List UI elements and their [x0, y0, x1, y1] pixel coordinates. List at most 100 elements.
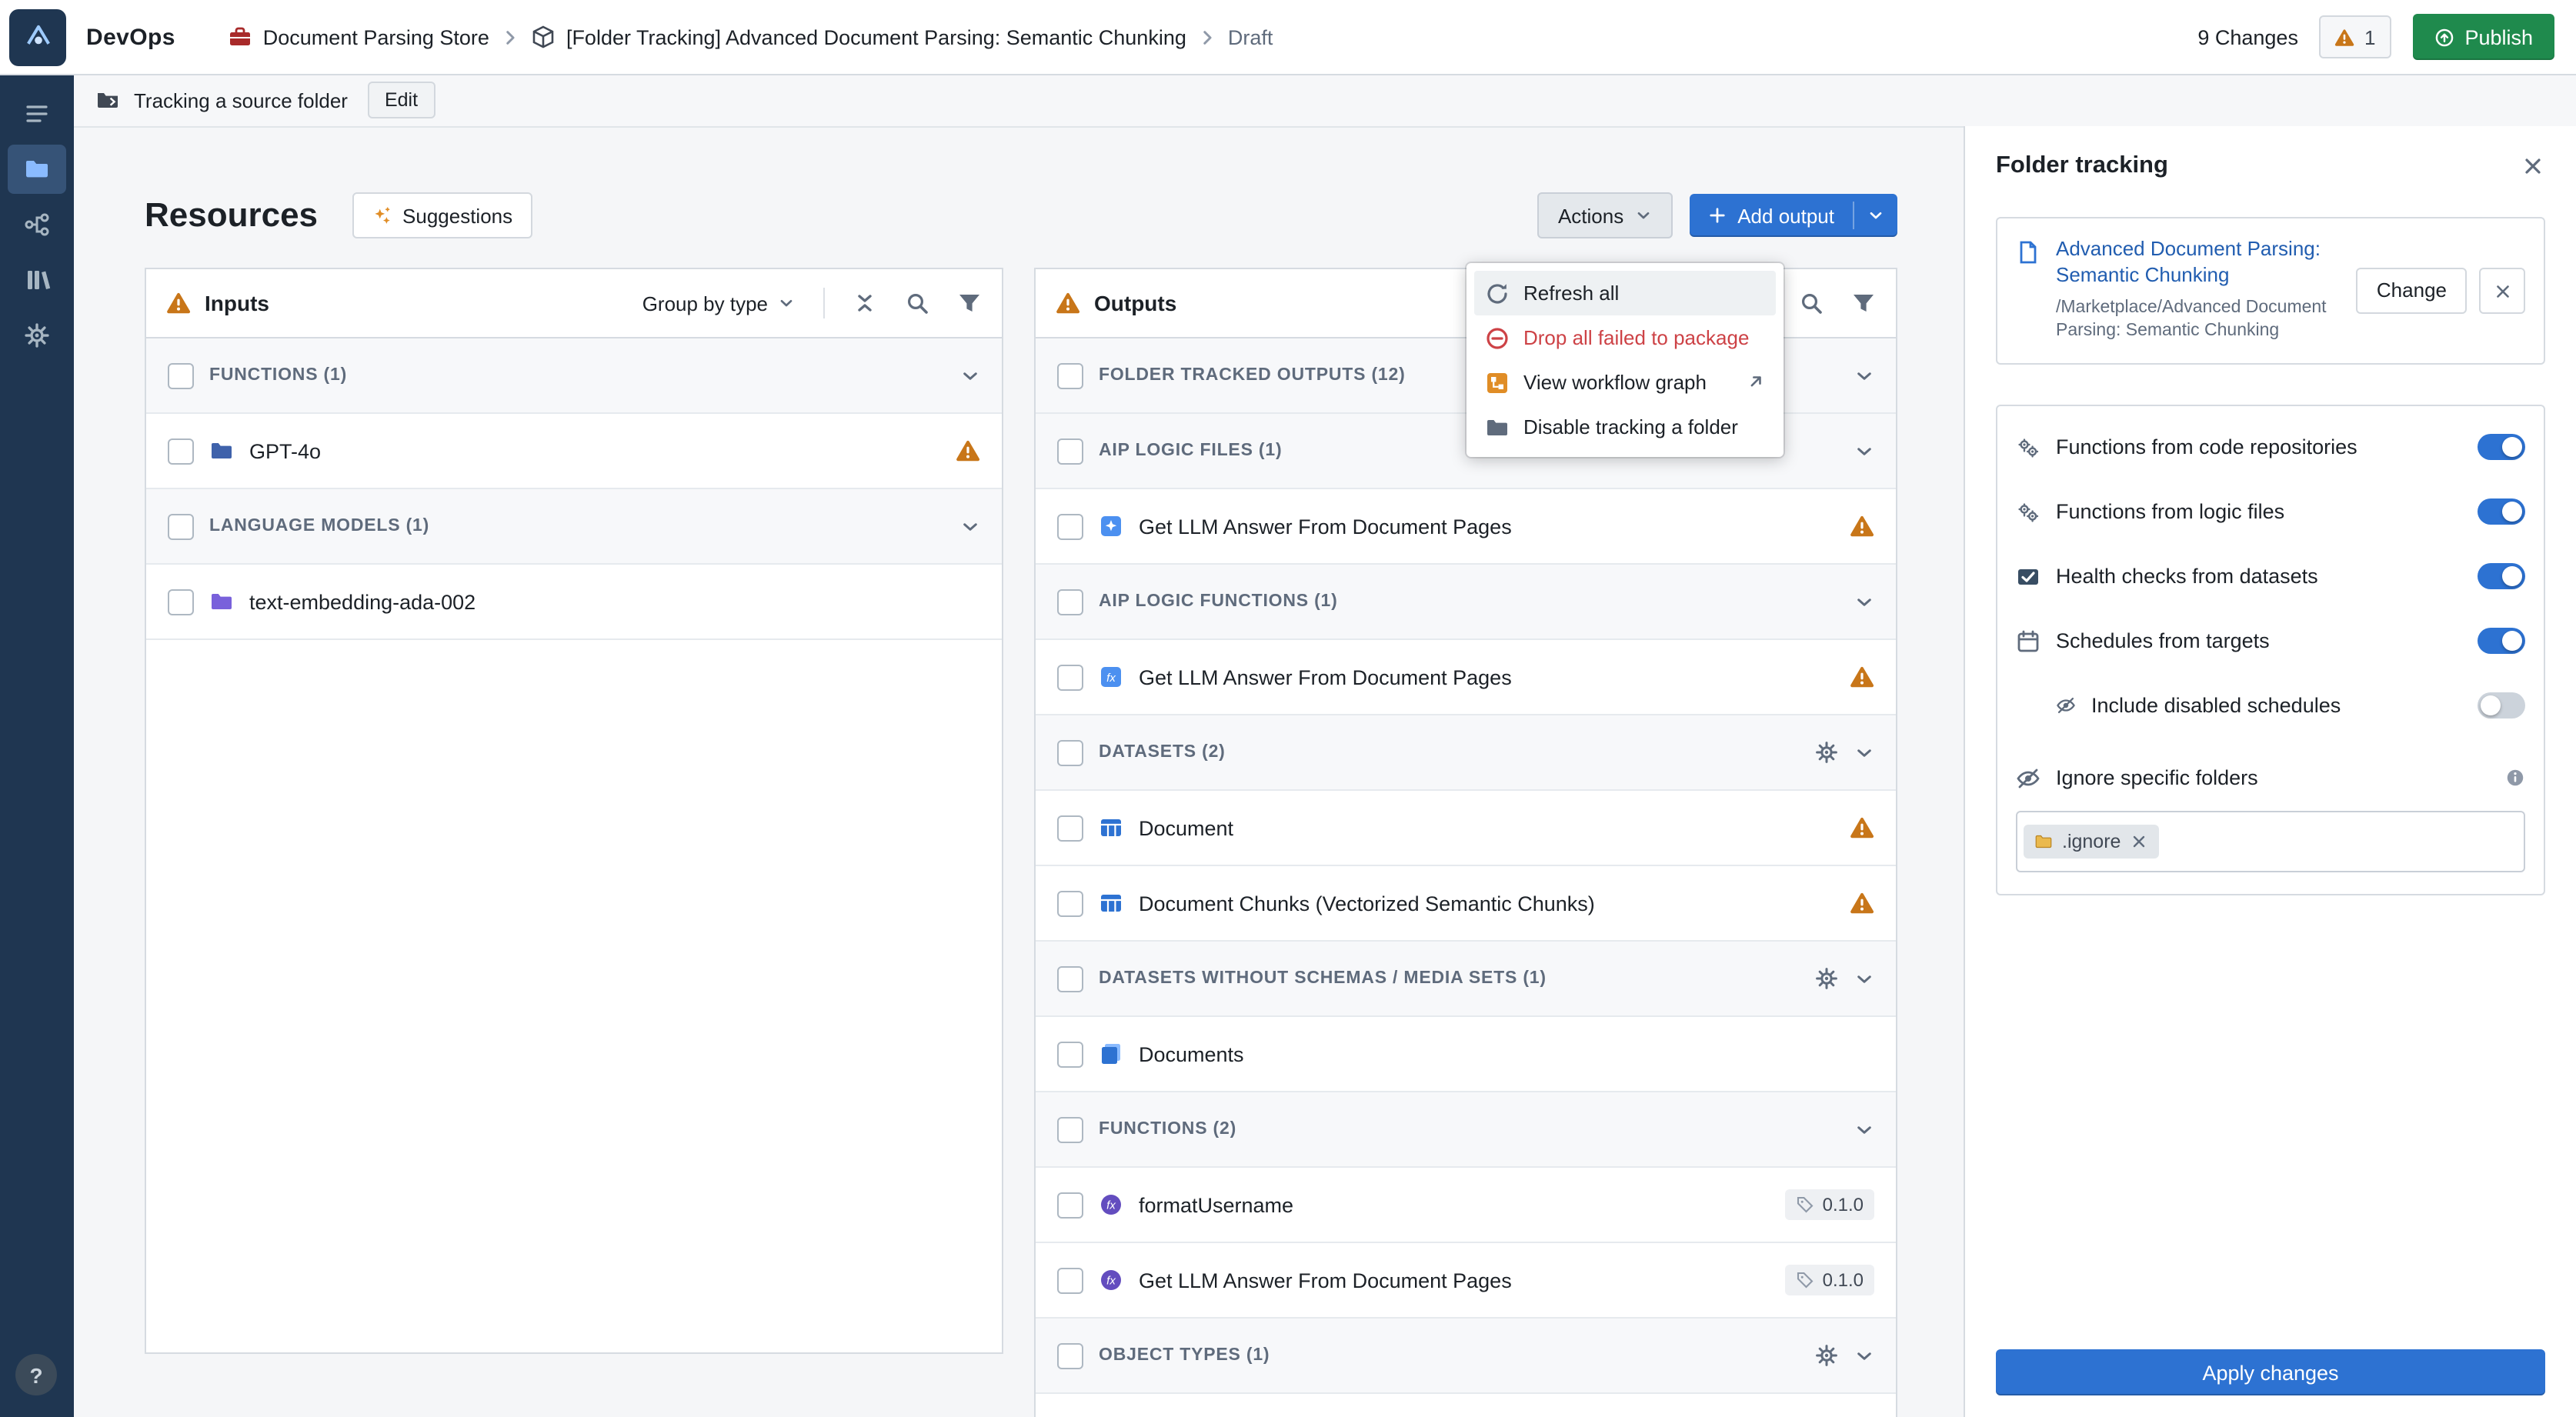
row-checkbox[interactable] — [1057, 362, 1083, 388]
breadcrumb-package[interactable]: [Folder Tracking] Advanced Document Pars… — [531, 25, 1186, 49]
group-row-aip-logic-functions-1[interactable]: AIP LOGIC FUNCTIONS (1) — [1036, 565, 1896, 640]
collapse-all-icon[interactable] — [853, 291, 877, 315]
group-row-datasets-without-schemas-media-sets-1[interactable]: DATASETS WITHOUT SCHEMAS / MEDIA SETS (1… — [1036, 942, 1896, 1017]
resource-row-formatusername[interactable]: fxformatUsername0.1.0 — [1036, 1168, 1896, 1243]
row-checkbox[interactable] — [1057, 1041, 1083, 1067]
actions-button[interactable]: Actions — [1538, 192, 1673, 238]
help-button[interactable]: ? — [15, 1354, 57, 1395]
menu-item-refresh-all[interactable]: Refresh all — [1474, 271, 1776, 315]
row-checkbox[interactable] — [1057, 1192, 1083, 1218]
chevron-down-icon[interactable] — [1854, 592, 1874, 612]
group-row-functions-1[interactable]: FUNCTIONS (1) — [146, 338, 1002, 414]
resource-row-get-llm-answer-from-document-pages[interactable]: fxGet LLM Answer From Document Pages0.1.… — [1036, 1243, 1896, 1319]
chevron-down-icon[interactable] — [1854, 365, 1874, 385]
minus-circle-icon — [1485, 325, 1510, 350]
row-checkbox[interactable] — [1057, 815, 1083, 841]
toggle-label: Functions from code repositories — [2056, 436, 2462, 459]
info-icon[interactable] — [2505, 769, 2525, 789]
function-icon: fx — [1099, 1268, 1123, 1292]
group-row-language-models-1[interactable]: LANGUAGE MODELS (1) — [146, 489, 1002, 565]
ignore-folders-input[interactable]: .ignore — [2016, 811, 2525, 872]
row-checkbox[interactable] — [1057, 1116, 1083, 1142]
group-by-label: Group by type — [642, 292, 768, 315]
row-checkbox[interactable] — [1057, 664, 1083, 690]
breadcrumb-store[interactable]: Document Parsing Store — [228, 25, 489, 49]
folder-icon — [2034, 832, 2053, 851]
row-checkbox[interactable] — [1057, 739, 1083, 765]
chevron-down-icon[interactable] — [1854, 441, 1874, 461]
edit-button[interactable]: Edit — [368, 82, 435, 118]
resource-row-get-llm-answer-from-document-pages[interactable]: fxGet LLM Answer From Document Pages — [1036, 640, 1896, 715]
chevron-down-icon[interactable] — [960, 516, 980, 536]
row-checkbox[interactable] — [168, 588, 194, 615]
row-checkbox[interactable] — [1057, 588, 1083, 615]
group-label: FOLDER TRACKED OUTPUTS (12) — [1099, 366, 1406, 385]
publish-button[interactable]: Publish — [2412, 14, 2554, 60]
resource-row-document[interactable]: Document — [1036, 791, 1896, 866]
warning-icon — [1056, 291, 1080, 315]
group-row-datasets-2[interactable]: DATASETS (2) — [1036, 715, 1896, 791]
row-checkbox[interactable] — [1057, 438, 1083, 464]
chevron-down-icon[interactable] — [1854, 1119, 1874, 1139]
warnings-chip[interactable]: 1 — [2320, 15, 2391, 58]
add-output-button[interactable]: Add output — [1690, 194, 1897, 237]
suggestions-label: Suggestions — [402, 204, 512, 227]
toggle-health-checks-from-datasets[interactable] — [2478, 564, 2525, 590]
search-icon[interactable] — [905, 291, 929, 315]
sidebar-item-resources[interactable] — [8, 145, 66, 194]
resource-row-gpt-4o[interactable]: GPT-4o — [146, 414, 1002, 489]
chevron-down-icon[interactable] — [1854, 1345, 1874, 1365]
row-checkbox[interactable] — [168, 362, 194, 388]
chevron-down-icon[interactable] — [1854, 969, 1874, 989]
resource-name: Get LLM Answer From Document Pages — [1139, 665, 1512, 688]
add-output-caret[interactable] — [1854, 194, 1897, 237]
resource-link[interactable]: Advanced Document Parsing: Semantic Chun… — [2056, 237, 2341, 289]
sidebar-item-library[interactable] — [8, 255, 66, 305]
chevron-down-icon[interactable] — [1854, 742, 1874, 762]
row-checkbox[interactable] — [1057, 1267, 1083, 1293]
resource-row-text-embedding-ada-002[interactable]: text-embedding-ada-002 — [146, 565, 1002, 640]
tracking-bar: Tracking a source folder Edit — [74, 74, 2576, 128]
row-checkbox[interactable] — [1057, 1342, 1083, 1369]
eye-off-icon — [2056, 696, 2076, 716]
apply-changes-button[interactable]: Apply changes — [1996, 1349, 2545, 1395]
function-icon: fx — [1099, 1192, 1123, 1217]
row-checkbox[interactable] — [168, 438, 194, 464]
group-row-functions-2[interactable]: FUNCTIONS (2) — [1036, 1092, 1896, 1168]
chevron-down-icon[interactable] — [960, 365, 980, 385]
toggle-functions-from-code-repositories[interactable] — [2478, 435, 2525, 461]
remove-resource-button[interactable] — [2479, 268, 2525, 314]
menu-item-disable-tracking-a-folder[interactable]: Disable tracking a folder — [1474, 405, 1776, 449]
version-badge: 0.1.0 — [1786, 1265, 1874, 1295]
group-by-select[interactable]: Group by type — [642, 292, 796, 315]
toggle-include-disabled-schedules[interactable] — [2478, 693, 2525, 719]
row-checkbox[interactable] — [1057, 513, 1083, 539]
filter-icon[interactable] — [957, 291, 982, 315]
menu-item-view-workflow-graph[interactable]: View workflow graph — [1474, 360, 1776, 405]
resource-row-document-chunks-vectorized-semantic-chunks[interactable]: Document Chunks (Vectorized Semantic Chu… — [1036, 866, 1896, 942]
health-icon — [2016, 565, 2040, 589]
change-button[interactable]: Change — [2357, 268, 2467, 314]
sidebar-item-settings[interactable] — [8, 311, 66, 360]
close-icon[interactable] — [2521, 154, 2545, 178]
resource-row-documents[interactable]: Documents — [1036, 1017, 1896, 1092]
toggle-functions-from-logic-files[interactable] — [2478, 499, 2525, 525]
remove-tag-icon[interactable] — [2130, 832, 2148, 851]
row-checkbox[interactable] — [1057, 890, 1083, 916]
settings-icon[interactable] — [1814, 966, 1839, 991]
sidebar-item-lineage[interactable] — [8, 200, 66, 249]
sidebar-item-menu[interactable] — [8, 89, 66, 138]
search-icon[interactable] — [1799, 291, 1824, 315]
toggle-schedules-from-targets[interactable] — [2478, 628, 2525, 655]
menu-item-drop-all-failed-to-package[interactable]: Drop all failed to package — [1474, 315, 1776, 360]
breadcrumb-draft[interactable]: Draft — [1228, 25, 1273, 48]
suggestions-button[interactable]: Suggestions — [352, 192, 532, 238]
app-logo[interactable] — [9, 8, 66, 65]
group-row-object-types-1[interactable]: OBJECT TYPES (1) — [1036, 1319, 1896, 1394]
row-checkbox[interactable] — [168, 513, 194, 539]
settings-icon[interactable] — [1814, 1343, 1839, 1368]
row-checkbox[interactable] — [1057, 965, 1083, 992]
settings-icon[interactable] — [1814, 740, 1839, 765]
filter-icon[interactable] — [1851, 291, 1876, 315]
resource-row-get-llm-answer-from-document-pages[interactable]: Get LLM Answer From Document Pages — [1036, 489, 1896, 565]
